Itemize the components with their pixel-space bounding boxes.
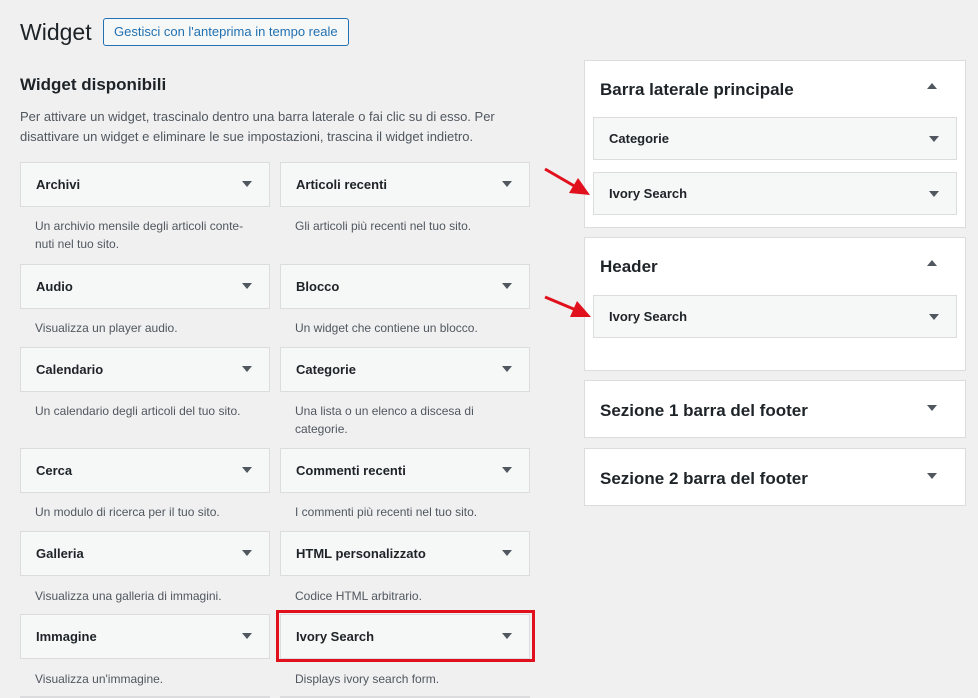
widget-description: Un widget che contiene un blocco. bbox=[295, 321, 478, 335]
widget-title: Categorie bbox=[296, 362, 356, 377]
chevron-down-icon[interactable] bbox=[502, 467, 512, 473]
widget-description: Visualizza un'immagine. bbox=[35, 672, 164, 686]
widget-description: Displays ivory search form. bbox=[295, 672, 440, 686]
widget-description: Gli articoli più recenti nel tuo sito. bbox=[295, 219, 472, 233]
sidebar-widget-ivory-search[interactable]: Ivory Search bbox=[593, 172, 957, 215]
chevron-down-icon[interactable] bbox=[502, 283, 512, 289]
widget-galleria[interactable]: Galleria bbox=[20, 531, 270, 576]
chevron-down-icon[interactable] bbox=[502, 181, 512, 187]
widget-description: Visualizza un player audio. bbox=[35, 321, 178, 335]
sidebar-header[interactable]: Header Ivory Search bbox=[584, 237, 966, 371]
widget-title: Audio bbox=[36, 279, 73, 294]
widget-immagine[interactable]: Immagine bbox=[20, 614, 270, 659]
sidebar-title: Header bbox=[600, 257, 658, 276]
sidebar-widget-ivory-search[interactable]: Ivory Search bbox=[593, 295, 957, 338]
widget-title: Immagine bbox=[36, 629, 97, 644]
widget-description: Un modulo di ricerca per il tuo sito. bbox=[35, 505, 220, 519]
widget-title: Articoli recenti bbox=[296, 177, 388, 192]
widget-commenti-recenti[interactable]: Commenti recenti bbox=[280, 448, 530, 493]
chevron-down-icon[interactable] bbox=[927, 405, 937, 411]
chevron-down-icon[interactable] bbox=[242, 366, 252, 372]
widget-blocco[interactable]: Blocco bbox=[280, 264, 530, 309]
chevron-down-icon[interactable] bbox=[502, 550, 512, 556]
chevron-down-icon[interactable] bbox=[242, 181, 252, 187]
chevron-down-icon[interactable] bbox=[927, 473, 937, 479]
widget-audio[interactable]: Audio bbox=[20, 264, 270, 309]
sidebar-footer-1[interactable]: Sezione 1 barra del footer bbox=[584, 380, 966, 438]
widget-title: Ivory Search bbox=[609, 309, 688, 324]
sidebar-title: Sezione 2 barra del footer bbox=[600, 469, 808, 488]
sidebar-footer-2[interactable]: Sezione 2 barra del footer bbox=[584, 448, 966, 506]
chevron-up-icon[interactable] bbox=[927, 260, 937, 266]
highlight-box bbox=[276, 610, 535, 662]
sidebar-widget-categorie[interactable]: Categorie bbox=[593, 117, 957, 160]
sidebar-title: Barra laterale principale bbox=[600, 80, 794, 99]
chevron-down-icon[interactable] bbox=[242, 467, 252, 473]
chevron-down-icon[interactable] bbox=[929, 314, 939, 320]
widget-description: Visualizza una galleria di immagini. bbox=[35, 589, 222, 603]
widget-categorie[interactable]: Categorie bbox=[280, 347, 530, 392]
chevron-down-icon[interactable] bbox=[242, 283, 252, 289]
chevron-down-icon[interactable] bbox=[242, 633, 252, 639]
widget-description: I commenti più recenti nel tuo sito. bbox=[295, 505, 478, 519]
sidebar-title: Sezione 1 barra del footer bbox=[600, 401, 808, 420]
widget-html-personalizzato[interactable]: HTML personalizzato bbox=[280, 531, 530, 576]
chevron-down-icon[interactable] bbox=[242, 550, 252, 556]
widget-archivi[interactable]: Archivi bbox=[20, 162, 270, 207]
widget-description: Una lista o un elenco a discesa di categ… bbox=[295, 404, 474, 436]
available-widgets-title: Widget disponibili bbox=[20, 75, 167, 94]
widget-title: Calendario bbox=[36, 362, 104, 377]
widget-title: Commenti recenti bbox=[296, 463, 406, 478]
widget-title: Cerca bbox=[36, 463, 73, 478]
widget-articoli-recenti[interactable]: Articoli recenti bbox=[280, 162, 530, 207]
chevron-up-icon[interactable] bbox=[927, 83, 937, 89]
widget-title: Ivory Search bbox=[609, 186, 688, 201]
chevron-down-icon[interactable] bbox=[502, 366, 512, 372]
chevron-down-icon[interactable] bbox=[929, 136, 939, 142]
widget-description: Un archivio mensile degli articoli conte… bbox=[35, 219, 244, 251]
widget-title: Categorie bbox=[609, 131, 669, 146]
live-preview-button[interactable]: Gestisci con l'anteprima in tempo reale bbox=[103, 18, 349, 46]
widget-description: Codice HTML arbitrario. bbox=[295, 589, 422, 603]
page-title: Widget bbox=[20, 19, 92, 45]
widget-title: Blocco bbox=[296, 279, 340, 294]
widget-title: Galleria bbox=[36, 546, 84, 561]
chevron-down-icon[interactable] bbox=[929, 191, 939, 197]
widget-title: HTML personalizzato bbox=[296, 546, 426, 561]
available-widgets-description: Per attivare un widget, trascinalo dentr… bbox=[20, 109, 495, 144]
widget-cerca[interactable]: Cerca bbox=[20, 448, 270, 493]
widget-description: Un calendario degli articoli del tuo sit… bbox=[35, 404, 241, 418]
sidebar-barra-laterale-principale[interactable]: Barra laterale principale Categorie Ivor… bbox=[584, 60, 966, 228]
widget-title: Archivi bbox=[36, 177, 81, 192]
widget-calendario[interactable]: Calendario bbox=[20, 347, 270, 392]
